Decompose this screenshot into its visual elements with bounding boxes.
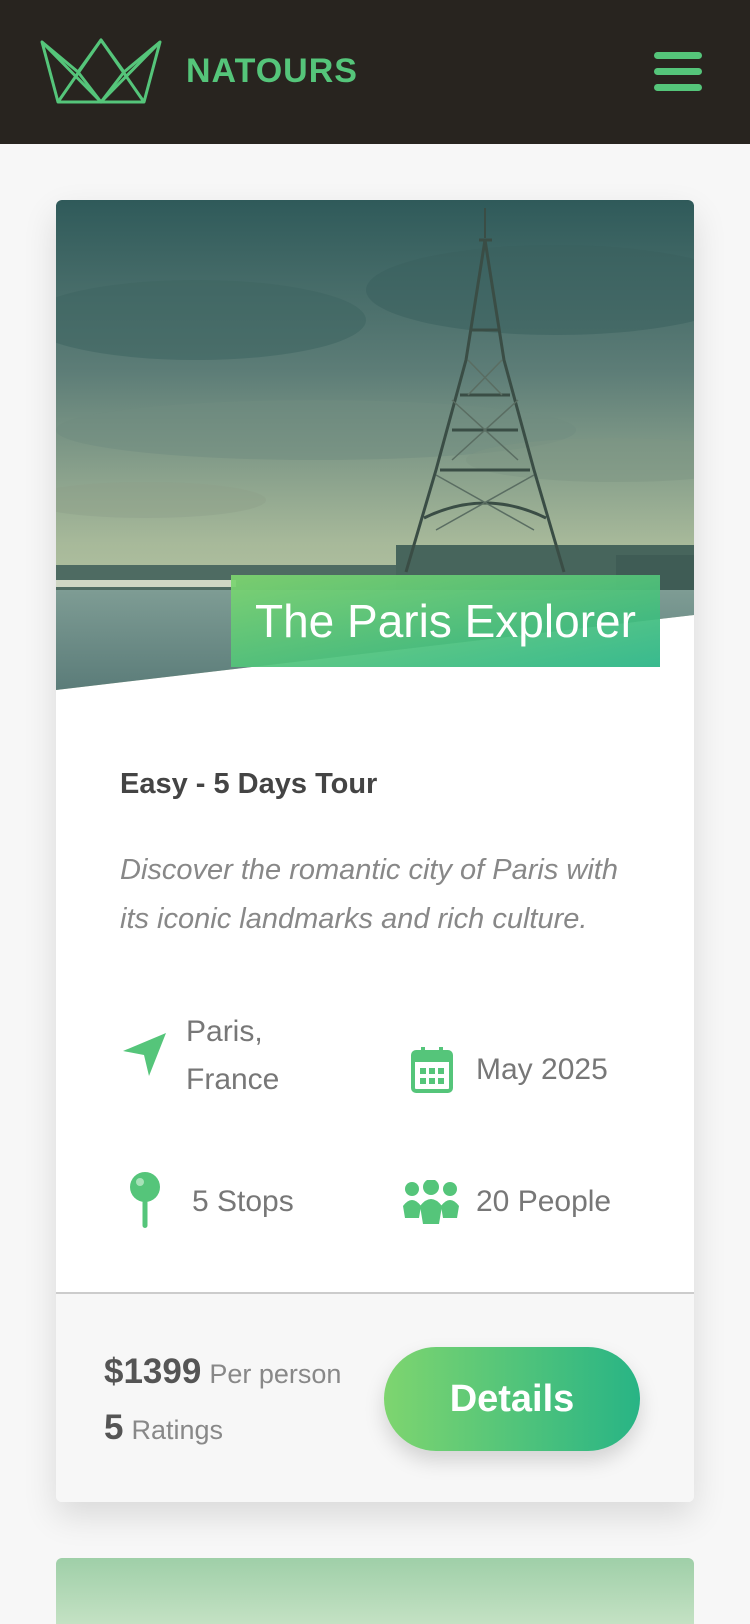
- menu-bar-bottom: [654, 84, 702, 91]
- tour-date: May 2025: [476, 1053, 608, 1086]
- ratings-value: 5: [104, 1408, 124, 1447]
- tour-stops: 5 Stops: [192, 1185, 294, 1218]
- map-pin-icon: [130, 1172, 160, 1228]
- tour-price: $1399: [104, 1352, 202, 1391]
- hamburger-menu-icon[interactable]: [652, 50, 704, 94]
- tour-card-footer: $1399 Per person 5 Ratings Details: [56, 1292, 694, 1502]
- location-detail: Paris, France: [186, 1008, 279, 1104]
- top-navigation-bar: NATOURS: [0, 0, 750, 144]
- people-group-icon: [403, 1180, 459, 1224]
- calendar-icon: [411, 1047, 453, 1093]
- menu-bar-middle: [654, 68, 702, 75]
- tour-title: The Paris Explorer: [231, 575, 660, 667]
- brand-name[interactable]: NATOURS: [186, 52, 358, 91]
- price-line: $1399 Per person: [104, 1352, 341, 1392]
- tour-difficulty-duration: Easy - 5 Days Tour: [120, 768, 378, 800]
- crown-logo-icon[interactable]: [38, 38, 164, 106]
- rating-line: 5 Ratings: [104, 1408, 223, 1448]
- tour-summary: Discover the romantic city of Paris with…: [120, 854, 618, 935]
- price-unit-label: Per person: [209, 1359, 342, 1389]
- location-arrow-icon: [123, 1033, 166, 1076]
- ratings-label: Ratings: [131, 1415, 224, 1445]
- group-size: 20 People: [476, 1185, 612, 1218]
- menu-bar-top: [654, 52, 702, 59]
- next-tour-card-preview[interactable]: [56, 1558, 694, 1624]
- details-button[interactable]: Details: [384, 1347, 640, 1451]
- tour-card: The Paris Explorer Easy - 5 Days Tour Di…: [56, 200, 694, 1502]
- location-country: France: [186, 1063, 280, 1096]
- location-city: Paris,: [186, 1015, 263, 1048]
